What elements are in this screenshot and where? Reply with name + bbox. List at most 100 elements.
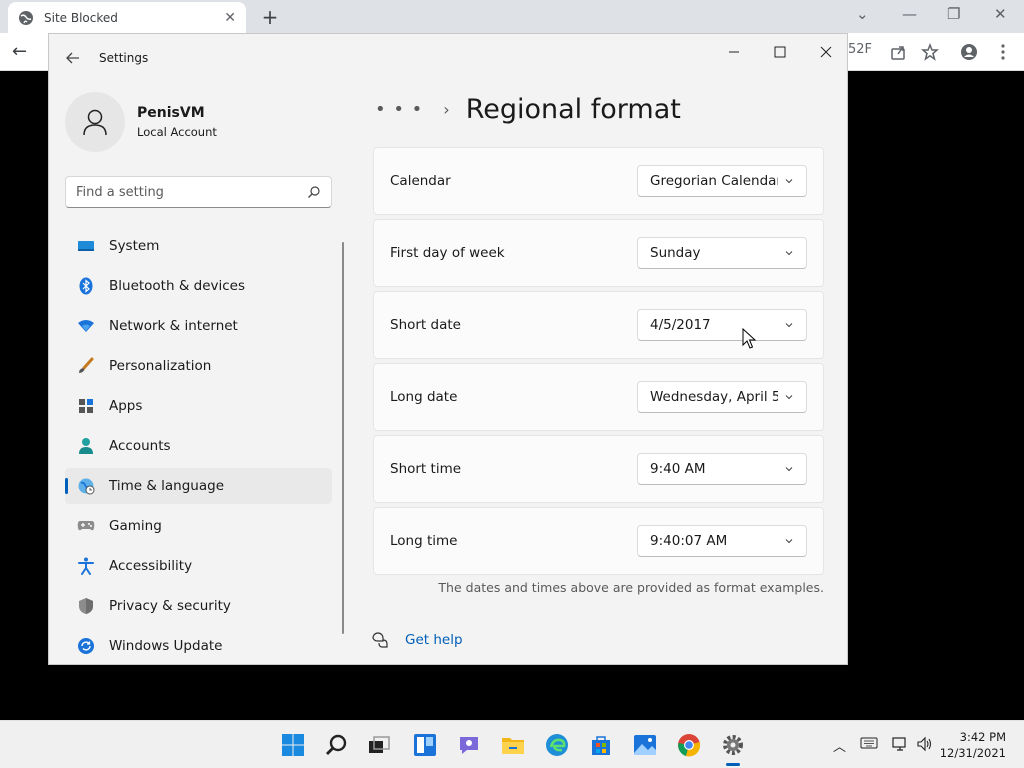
sidebar-item-label: Gaming bbox=[109, 518, 162, 534]
setting-label: Short time bbox=[390, 461, 462, 477]
setting-row-short-time: Short time 9:40 AM bbox=[373, 435, 824, 503]
dropdown-value: 9:40:07 AM bbox=[650, 533, 728, 549]
dropdown-value: Gregorian Calendar bbox=[650, 173, 778, 189]
sidebar-item-apps[interactable]: Apps bbox=[65, 388, 332, 424]
long-time-dropdown[interactable]: 9:40:07 AM bbox=[637, 525, 807, 557]
gamepad-icon bbox=[77, 517, 95, 535]
app-title: Settings bbox=[99, 51, 149, 65]
chevron-right-icon: › bbox=[443, 100, 450, 119]
sidebar-item-label: Personalization bbox=[109, 358, 212, 374]
brush-icon bbox=[77, 357, 95, 375]
close-icon[interactable] bbox=[816, 42, 836, 62]
sidebar-item-label: Apps bbox=[109, 398, 143, 414]
sidebar-item-accessibility[interactable]: Accessibility bbox=[65, 548, 332, 584]
browser-back-button[interactable]: ← bbox=[12, 41, 27, 62]
browser-menu-icon[interactable] bbox=[994, 43, 1012, 61]
browser-tab[interactable]: Site Blocked ✕ bbox=[8, 2, 246, 33]
tab-search-icon[interactable]: ⌄ bbox=[856, 5, 869, 23]
setting-label: Long time bbox=[390, 533, 458, 549]
sidebar-item-network[interactable]: Network & internet bbox=[65, 308, 332, 344]
get-help[interactable]: Get help bbox=[371, 631, 463, 649]
chevron-down-icon bbox=[785, 179, 793, 184]
start-icon[interactable] bbox=[281, 733, 305, 757]
maximize-icon[interactable] bbox=[770, 42, 790, 62]
edge-icon[interactable] bbox=[545, 733, 569, 757]
calendar-dropdown[interactable]: Gregorian Calendar bbox=[637, 165, 807, 197]
browser-restore-button[interactable]: ❐ bbox=[947, 5, 960, 23]
address-bar-text[interactable]: 52F bbox=[848, 42, 872, 57]
user-profile[interactable]: PenisVM Local Account bbox=[65, 92, 217, 152]
sidebar-scrollbar[interactable] bbox=[342, 242, 344, 634]
sidebar-item-label: Windows Update bbox=[109, 638, 223, 654]
dropdown-value: 4/5/2017 bbox=[650, 317, 711, 333]
settings-window: Settings PenisVM Local Account Find a se… bbox=[48, 33, 848, 665]
short-date-dropdown[interactable]: 4/5/2017 bbox=[637, 309, 807, 341]
sidebar-item-label: System bbox=[109, 238, 160, 254]
sidebar-item-accounts[interactable]: Accounts bbox=[65, 428, 332, 464]
active-app-indicator bbox=[726, 763, 740, 766]
sidebar-item-privacy[interactable]: Privacy & security bbox=[65, 588, 332, 624]
browser-minimize-button[interactable]: — bbox=[902, 5, 917, 23]
search-input[interactable] bbox=[76, 184, 307, 200]
long-date-dropdown[interactable]: Wednesday, April 5, bbox=[637, 381, 807, 413]
chevron-down-icon bbox=[785, 323, 793, 328]
profile-icon[interactable] bbox=[960, 43, 978, 61]
sidebar-item-label: Time & language bbox=[109, 478, 225, 494]
chevron-down-icon bbox=[785, 251, 793, 256]
settings-nav: System Bluetooth & devices Network & int… bbox=[65, 228, 332, 664]
account-type: Local Account bbox=[137, 125, 217, 139]
dropdown-value: Sunday bbox=[650, 245, 701, 261]
share-icon[interactable] bbox=[889, 43, 907, 61]
setting-label: Calendar bbox=[390, 173, 451, 189]
sidebar-item-label: Bluetooth & devices bbox=[109, 278, 246, 294]
new-tab-button[interactable]: + bbox=[260, 5, 280, 29]
network-icon[interactable] bbox=[891, 736, 909, 752]
breadcrumb: • • • › Regional format bbox=[375, 94, 681, 125]
setting-label: First day of week bbox=[390, 245, 505, 261]
bookmark-star-icon[interactable] bbox=[921, 43, 939, 61]
short-time-dropdown[interactable]: 9:40 AM bbox=[637, 453, 807, 485]
chevron-down-icon bbox=[785, 395, 793, 400]
sidebar-item-system[interactable]: System bbox=[65, 228, 332, 264]
chevron-down-icon bbox=[785, 539, 793, 544]
setting-row-long-time: Long time 9:40:07 AM bbox=[373, 507, 824, 575]
breadcrumb-more-button[interactable]: • • • bbox=[375, 99, 423, 120]
chevron-down-icon bbox=[785, 467, 793, 472]
minimize-icon[interactable] bbox=[724, 42, 744, 62]
apps-icon bbox=[77, 397, 95, 415]
close-tab-icon[interactable]: ✕ bbox=[224, 10, 236, 26]
browser-tab-title: Site Blocked bbox=[44, 10, 118, 25]
sidebar-item-gaming[interactable]: Gaming bbox=[65, 508, 332, 544]
first-day-dropdown[interactable]: Sunday bbox=[637, 237, 807, 269]
store-icon[interactable] bbox=[589, 733, 613, 757]
browser-close-button[interactable]: ✕ bbox=[994, 5, 1007, 23]
keyboard-icon[interactable] bbox=[860, 736, 878, 750]
volume-icon[interactable] bbox=[916, 736, 934, 752]
sidebar-item-windows-update[interactable]: Windows Update bbox=[65, 628, 332, 664]
browser-tab-bar: Site Blocked ✕ + ⌄ — ❐ ✕ bbox=[0, 0, 1024, 33]
sidebar-item-personalization[interactable]: Personalization bbox=[65, 348, 332, 384]
search-box[interactable] bbox=[65, 176, 332, 208]
tray-overflow-icon[interactable]: ︿ bbox=[833, 736, 846, 755]
chrome-icon[interactable] bbox=[677, 733, 701, 757]
setting-label: Short date bbox=[390, 317, 461, 333]
sidebar-item-label: Accounts bbox=[109, 438, 171, 454]
widgets-icon[interactable] bbox=[413, 733, 437, 757]
shield-icon bbox=[77, 597, 95, 615]
sidebar-item-bluetooth[interactable]: Bluetooth & devices bbox=[65, 268, 332, 304]
page-title: Regional format bbox=[465, 94, 681, 125]
accounts-icon bbox=[77, 437, 95, 455]
user-name: PenisVM bbox=[137, 105, 205, 121]
task-view-icon[interactable] bbox=[367, 733, 391, 757]
back-arrow-icon[interactable] bbox=[65, 50, 81, 66]
taskbar-search-icon[interactable] bbox=[325, 733, 349, 757]
sidebar-item-time-language[interactable]: Time & language bbox=[65, 468, 332, 504]
photos-icon[interactable] bbox=[633, 733, 657, 757]
taskbar-clock[interactable]: 3:42 PM 12/31/2021 bbox=[940, 729, 1006, 761]
setting-label: Long date bbox=[390, 389, 458, 405]
search-icon[interactable] bbox=[307, 185, 321, 199]
settings-gear-icon[interactable] bbox=[721, 733, 745, 757]
get-help-link[interactable]: Get help bbox=[405, 632, 463, 648]
file-explorer-icon[interactable] bbox=[501, 733, 525, 757]
chat-icon[interactable] bbox=[457, 733, 481, 757]
